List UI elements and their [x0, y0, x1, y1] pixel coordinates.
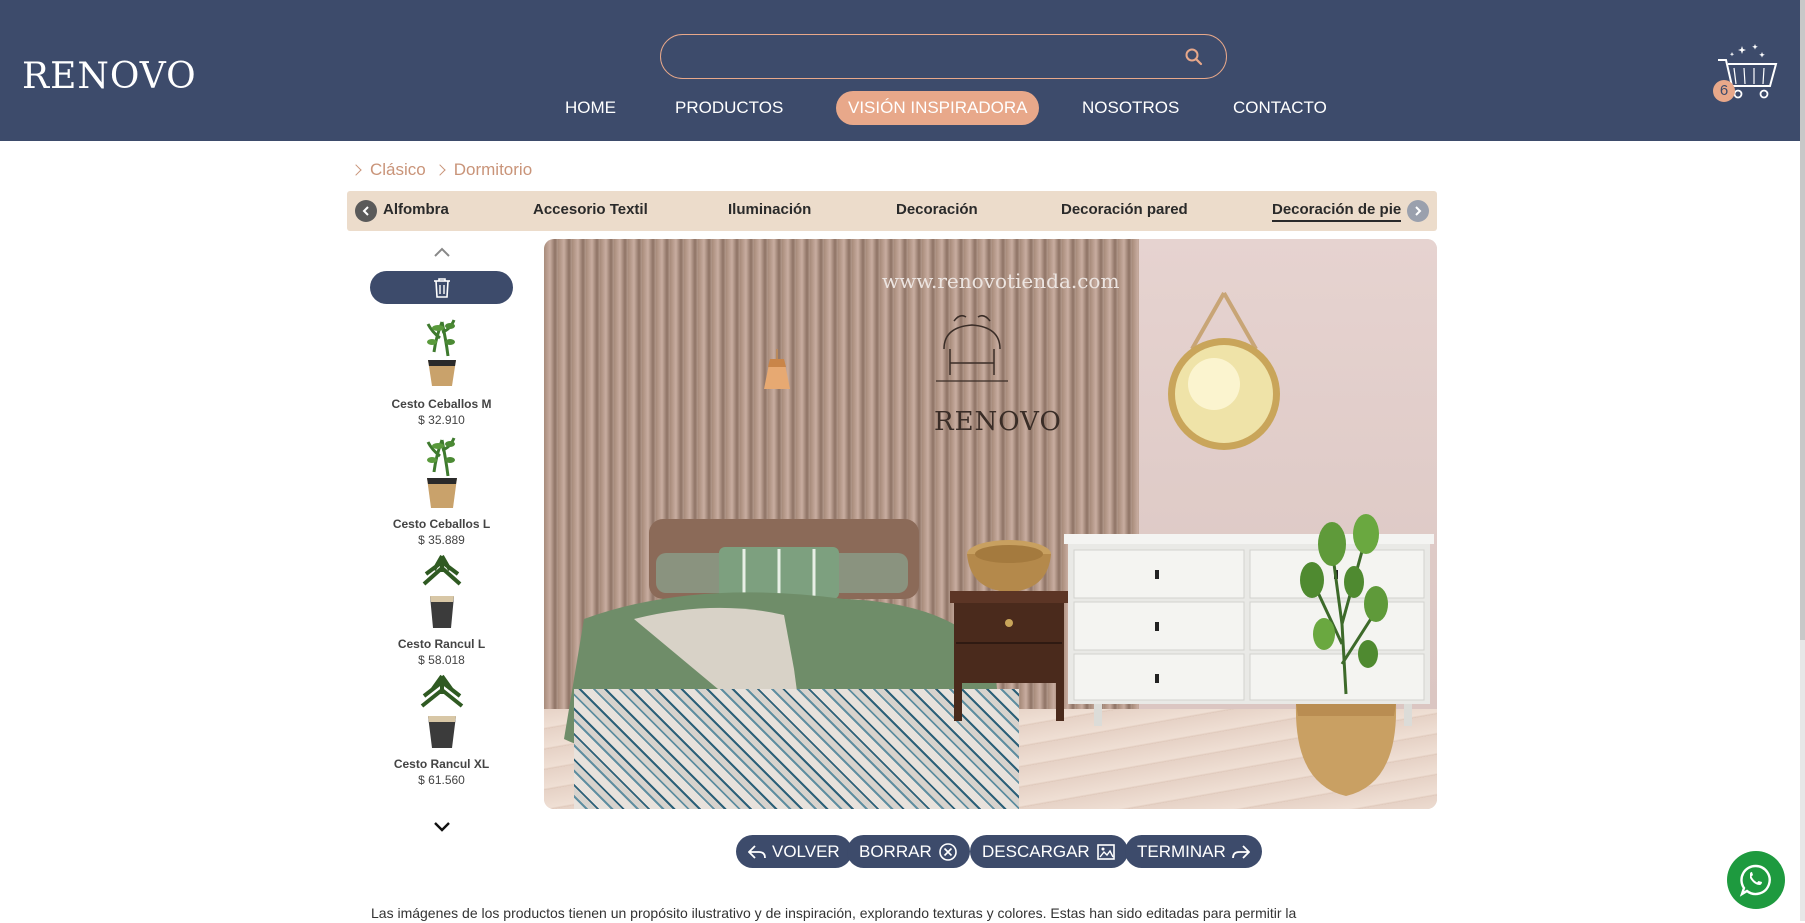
product-card[interactable]: Cesto Rancul XL $ 61.560 — [370, 672, 513, 787]
product-name: Cesto Rancul XL — [393, 757, 490, 771]
site-header: RENOVO HOME PRODUCTOS VISIÓN INSPIRADORA… — [0, 0, 1800, 141]
product-name: Cesto Rancul L — [397, 637, 486, 651]
category-tabs: Alfombra Accesorio Textil Iluminación De… — [347, 191, 1437, 231]
search-icon[interactable] — [1184, 47, 1204, 67]
trash-icon — [434, 278, 450, 298]
chevron-left-icon — [362, 206, 369, 216]
chevron-right-icon — [350, 164, 362, 176]
product-card[interactable]: Cesto Ceballos M $ 32.910 — [370, 312, 513, 427]
page-scrollbar[interactable] — [1800, 0, 1805, 921]
forward-arrow-icon — [1231, 844, 1250, 859]
product-price: $ 58.018 — [418, 653, 465, 667]
watermark-brand: RENOVO — [934, 407, 1062, 437]
round-mirror[interactable] — [1162, 289, 1287, 459]
nav-vision-inspiradora[interactable]: VISIÓN INSPIRADORA — [836, 91, 1040, 125]
reply-arrow-icon — [748, 844, 766, 859]
nav-productos[interactable]: PRODUCTOS — [675, 91, 783, 125]
scroll-up-chevron-icon[interactable] — [432, 245, 452, 259]
whatsapp-button[interactable] — [1727, 851, 1785, 909]
breadcrumb-item-clasico[interactable]: Clásico — [370, 160, 426, 180]
canvas-actions: VOLVER BORRAR DESCARGAR TERMINAR — [0, 835, 1805, 868]
tab-alfombra[interactable]: Alfombra — [383, 201, 449, 218]
product-card[interactable]: Cesto Ceballos L $ 35.889 — [370, 432, 513, 547]
search-bar[interactable] — [660, 34, 1227, 79]
disclaimer-text: Las imágenes de los productos tienen un … — [371, 905, 1297, 921]
product-image — [422, 555, 461, 628]
product-image — [426, 437, 457, 508]
tab-accesorio-textil[interactable]: Accesorio Textil — [533, 201, 648, 218]
whatsapp-icon — [1739, 864, 1771, 897]
image-download-icon — [1096, 843, 1115, 860]
category-prev-button[interactable] — [355, 200, 377, 222]
watermark-url: www.renovotienda.com — [882, 269, 1120, 293]
product-image — [426, 319, 456, 386]
nav-home[interactable]: HOME — [565, 91, 616, 125]
back-button-label: VOLVER — [772, 841, 840, 861]
inspiration-canvas[interactable]: www.renovotienda.com RENOVO — [544, 239, 1437, 809]
search-input[interactable] — [681, 43, 1161, 71]
nightstand[interactable] — [950, 591, 1068, 721]
download-button-label: DESCARGAR — [982, 841, 1090, 861]
pendant-lamp[interactable] — [758, 349, 796, 391]
product-price: $ 35.889 — [418, 533, 465, 547]
nav-contacto[interactable]: CONTACTO — [1233, 91, 1327, 125]
tab-decoracion[interactable]: Decoración — [896, 201, 978, 218]
finish-button-label: TERMINAR — [1137, 841, 1226, 861]
cart-count-badge: 6 — [1713, 80, 1735, 102]
clear-button-label: BORRAR — [859, 841, 932, 861]
scrollbar-thumb[interactable] — [1800, 0, 1805, 640]
product-price: $ 61.560 — [418, 773, 465, 787]
potted-plant[interactable] — [1284, 504, 1409, 804]
nav-nosotros[interactable]: NOSOTROS — [1082, 91, 1179, 125]
product-card[interactable]: Cesto Rancul L $ 58.018 — [370, 552, 513, 667]
product-name: Cesto Ceballos M — [391, 397, 492, 411]
delete-button[interactable] — [370, 271, 513, 304]
woven-basket[interactable] — [964, 534, 1054, 594]
breadcrumb-item-dormitorio[interactable]: Dormitorio — [454, 160, 532, 180]
product-image — [420, 674, 463, 748]
chevron-right-icon — [1415, 206, 1422, 216]
main-nav: HOME PRODUCTOS VISIÓN INSPIRADORA NOSOTR… — [0, 91, 1800, 125]
tab-decoracion-pared[interactable]: Decoración pared — [1061, 201, 1188, 218]
product-name: Cesto Ceballos L — [392, 517, 491, 531]
chevron-right-icon — [434, 164, 446, 176]
download-button[interactable]: DESCARGAR — [970, 835, 1128, 868]
category-next-button[interactable] — [1407, 200, 1429, 222]
product-price: $ 32.910 — [418, 413, 465, 427]
watermark-logo-icon — [936, 314, 1008, 382]
close-circle-icon — [938, 842, 957, 861]
scroll-down-chevron-icon[interactable] — [432, 820, 452, 834]
tab-iluminacion[interactable]: Iluminación — [728, 201, 811, 218]
tab-decoracion-de-pie[interactable]: Decoración de pie — [1272, 201, 1402, 222]
finish-button[interactable]: TERMINAR — [1125, 835, 1262, 868]
breadcrumb: Clásico Dormitorio — [350, 160, 532, 180]
back-button[interactable]: VOLVER — [736, 835, 852, 868]
clear-button[interactable]: BORRAR — [847, 835, 970, 868]
